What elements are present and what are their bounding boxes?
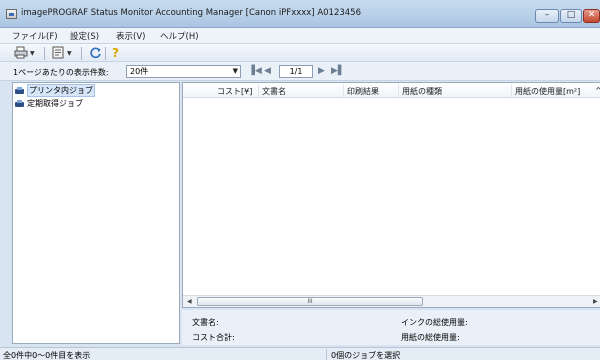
last-page-icon[interactable]: ▶▌ (331, 66, 345, 76)
menu-file[interactable]: ファイル(F) (12, 30, 58, 42)
column-header-print-result[interactable]: 印刷結果 (347, 86, 379, 97)
minimize-button[interactable]: – (535, 9, 559, 23)
tree-item-label: プリンタ内ジョブ (27, 84, 95, 97)
list-header: コスト[¥] 文書名 印刷結果 用紙の種類 用紙の使用量[m²] ^ (183, 83, 600, 98)
chevron-down-icon: ▼ (232, 67, 238, 75)
page-navigation-bar: 1ページあたりの表示件数: 20件 ▼ ▐◀ ◀ 1/1 ▶ ▶▌ (0, 62, 600, 81)
refresh-icon (89, 46, 102, 61)
summary-doc-name-label: 文書名: (192, 318, 219, 327)
per-page-value: 20件 (130, 67, 149, 76)
printer-job-button[interactable]: ▼ (14, 46, 35, 61)
status-bar: 全0件中0〜0件目を表示 0個のジョブを選択 (0, 347, 600, 360)
status-job-range: 全0件中0〜0件目を表示 (3, 351, 91, 360)
first-page-icon[interactable]: ▐◀ (248, 66, 262, 76)
printer-job-icon (14, 46, 28, 61)
app-window: imagePROGRAF Status Monitor Accounting M… (0, 0, 600, 360)
tree-item-scheduled-jobs[interactable]: 定期取得ジョブ (15, 98, 83, 109)
tree-item-label: 定期取得ジョブ (27, 99, 83, 108)
column-separator[interactable] (258, 84, 259, 97)
column-header-paper-usage[interactable]: 用紙の使用量[m²] (515, 86, 580, 97)
menu-bar: ファイル(F) 設定(S) 表示(V) ヘルプ(H) (0, 28, 600, 43)
summary-paper-total-label: 用紙の総使用量: (401, 333, 460, 342)
column-header-doc-name[interactable]: 文書名 (262, 86, 286, 97)
menu-settings[interactable]: 設定(S) (70, 30, 99, 42)
scroll-left-icon[interactable]: ◀ (187, 297, 192, 307)
scheduled-jobs-icon (15, 99, 24, 108)
previous-page-icon[interactable]: ◀ (264, 66, 271, 76)
toolbar-separator (105, 47, 106, 60)
column-separator[interactable] (398, 84, 399, 97)
status-selected-count: 0個のジョブを選択 (331, 351, 401, 360)
per-page-select[interactable]: 20件 ▼ (126, 65, 241, 78)
menu-view[interactable]: 表示(V) (116, 30, 145, 42)
help-icon: ? (112, 46, 119, 60)
chevron-down-icon[interactable]: ▼ (30, 50, 35, 57)
job-list: コスト[¥] 文書名 印刷結果 用紙の種類 用紙の使用量[m²] ^ ◀ III… (182, 82, 600, 308)
app-icon (6, 9, 17, 19)
properties-icon (52, 46, 65, 61)
help-button[interactable]: ? (112, 46, 119, 61)
properties-button[interactable]: ▼ (52, 46, 72, 61)
summary-ink-total-label: インクの総使用量: (401, 318, 468, 327)
per-page-label: 1ページあたりの表示件数: (13, 68, 109, 77)
maximize-button[interactable]: □ (560, 9, 582, 23)
scroll-thumb[interactable]: III (197, 297, 423, 306)
summary-panel: 文書名: コスト合計: インクの総使用量: 用紙の総使用量: (182, 310, 600, 345)
printer-jobs-icon (15, 86, 24, 95)
toolbar: ▼ ▼ ? (0, 43, 600, 62)
horizontal-scrollbar[interactable]: ◀ III ▶ (183, 295, 600, 307)
scroll-right-icon[interactable]: ▶ (593, 297, 598, 307)
summary-cost-total-label: コスト合計: (192, 333, 235, 342)
refresh-button[interactable] (89, 46, 102, 61)
tree-item-printer-jobs[interactable]: プリンタ内ジョブ (15, 84, 95, 97)
window-title: imagePROGRAF Status Monitor Accounting M… (21, 8, 361, 18)
menu-help[interactable]: ヘルプ(H) (160, 30, 199, 42)
toolbar-separator (44, 47, 45, 60)
column-separator[interactable] (343, 84, 344, 97)
job-tree: プリンタ内ジョブ 定期取得ジョブ (12, 82, 180, 344)
column-header-cost[interactable]: コスト[¥] (217, 86, 252, 97)
page-number-input[interactable]: 1/1 (279, 65, 313, 78)
close-button[interactable]: ✕ (583, 9, 600, 23)
column-separator[interactable] (511, 84, 512, 97)
toolbar-separator (81, 47, 82, 60)
column-header-paper-type[interactable]: 用紙の種類 (402, 86, 442, 97)
status-separator (326, 349, 327, 360)
title-bar[interactable]: imagePROGRAF Status Monitor Accounting M… (0, 0, 600, 28)
chevron-down-icon[interactable]: ▼ (67, 50, 72, 57)
next-page-icon[interactable]: ▶ (318, 66, 325, 76)
column-header-ink-usage[interactable]: ^ (595, 86, 600, 95)
